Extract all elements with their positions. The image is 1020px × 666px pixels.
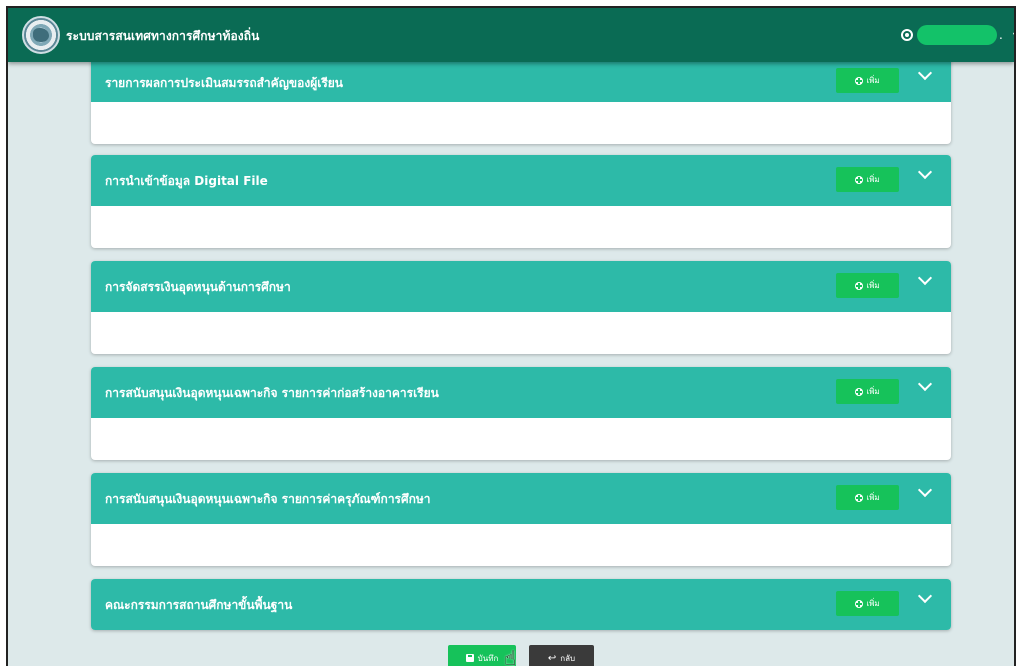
section-body (91, 312, 951, 354)
save-button-label: บันทึก (477, 653, 499, 663)
section-header[interactable]: การนำเข้าข้อมูล Digital File เพิ่ม (91, 155, 951, 206)
hand-cursor-icon: ☝ (504, 646, 517, 666)
back-button[interactable]: ↩ กลับ (529, 645, 594, 666)
add-button[interactable]: เพิ่ม (836, 167, 899, 192)
add-button[interactable]: เพิ่ม (836, 68, 899, 93)
section-body (91, 206, 951, 248)
plus-circle-icon (855, 387, 864, 396)
add-button[interactable]: เพิ่ม (836, 485, 899, 510)
browser-frame: ระบบสารสนเทศทางการศึกษาท้องถิ่น . ▾ รายก… (6, 6, 1016, 666)
user-menu[interactable]: . ▾ (901, 24, 1014, 46)
user-name-redacted (917, 25, 997, 45)
add-button[interactable]: เพิ่ม (836, 273, 899, 298)
user-icon (901, 29, 913, 41)
section-body (91, 524, 951, 566)
caret-down-icon: ▾ (1013, 30, 1014, 41)
add-button-label: เพิ่ม (866, 281, 880, 290)
chevron-down-icon[interactable] (917, 482, 933, 498)
section-header[interactable]: การสนับสนุนเงินอุดหนุนเฉพาะกิจ รายการค่า… (91, 367, 951, 418)
app-title[interactable]: ระบบสารสนเทศทางการศึกษาท้องถิ่น (66, 27, 259, 46)
add-button[interactable]: เพิ่ม (836, 591, 899, 616)
user-name-suffix: . (999, 28, 1003, 42)
logo-emblem (33, 28, 49, 42)
add-button-label: เพิ่ม (866, 599, 880, 608)
add-button-label: เพิ่ม (866, 493, 880, 502)
plus-circle-icon (855, 493, 864, 502)
section-title: การสนับสนุนเงินอุดหนุนเฉพาะกิจ รายการค่า… (105, 492, 431, 506)
add-button-label: เพิ่ม (866, 76, 880, 85)
chevron-down-icon[interactable] (917, 588, 933, 604)
section-card-building-grant: การสนับสนุนเงินอุดหนุนเฉพาะกิจ รายการค่า… (91, 367, 951, 460)
add-button[interactable]: เพิ่ม (836, 379, 899, 404)
add-button-label: เพิ่ม (866, 175, 880, 184)
logo-icon[interactable] (22, 16, 60, 54)
back-button-label: กลับ (560, 653, 576, 663)
chevron-down-icon[interactable] (917, 270, 933, 286)
chevron-down-icon[interactable] (917, 164, 933, 180)
section-title: การจัดสรรเงินอุดหนุนด้านการศึกษา (105, 280, 291, 294)
chevron-down-icon[interactable] (917, 65, 933, 81)
section-card-competency: รายการผลการประเมินสมรรถสำคัญของผู้เรียน … (91, 51, 951, 144)
plus-circle-icon (855, 175, 864, 184)
section-header[interactable]: การสนับสนุนเงินอุดหนุนเฉพาะกิจ รายการค่า… (91, 473, 951, 524)
section-card-digital-file: การนำเข้าข้อมูล Digital File เพิ่ม (91, 155, 951, 248)
add-button-label: เพิ่ม (866, 387, 880, 396)
section-card-equipment-grant: การสนับสนุนเงินอุดหนุนเฉพาะกิจ รายการค่า… (91, 473, 951, 566)
reply-icon: ↩ (547, 652, 557, 664)
section-title: รายการผลการประเมินสมรรถสำคัญของผู้เรียน (105, 76, 344, 90)
plus-circle-icon (855, 76, 864, 85)
section-card-school-committee: คณะกรรมการสถานศึกษาขั้นพื้นฐาน เพิ่ม (91, 579, 951, 630)
plus-circle-icon (855, 281, 864, 290)
section-body (91, 102, 951, 144)
section-header[interactable]: คณะกรรมการสถานศึกษาขั้นพื้นฐาน เพิ่ม (91, 579, 951, 630)
section-title: การนำเข้าข้อมูล Digital File (105, 174, 268, 188)
section-header[interactable]: การจัดสรรเงินอุดหนุนด้านการศึกษา เพิ่ม (91, 261, 951, 312)
section-body (91, 418, 951, 460)
section-title: คณะกรรมการสถานศึกษาขั้นพื้นฐาน (105, 598, 293, 612)
section-title: การสนับสนุนเงินอุดหนุนเฉพาะกิจ รายการค่า… (105, 386, 439, 400)
save-icon (465, 654, 474, 662)
top-navbar: ระบบสารสนเทศทางการศึกษาท้องถิ่น . ▾ (8, 8, 1014, 62)
chevron-down-icon[interactable] (917, 376, 933, 392)
plus-circle-icon (855, 599, 864, 608)
section-card-subsidy: การจัดสรรเงินอุดหนุนด้านการศึกษา เพิ่ม (91, 261, 951, 354)
